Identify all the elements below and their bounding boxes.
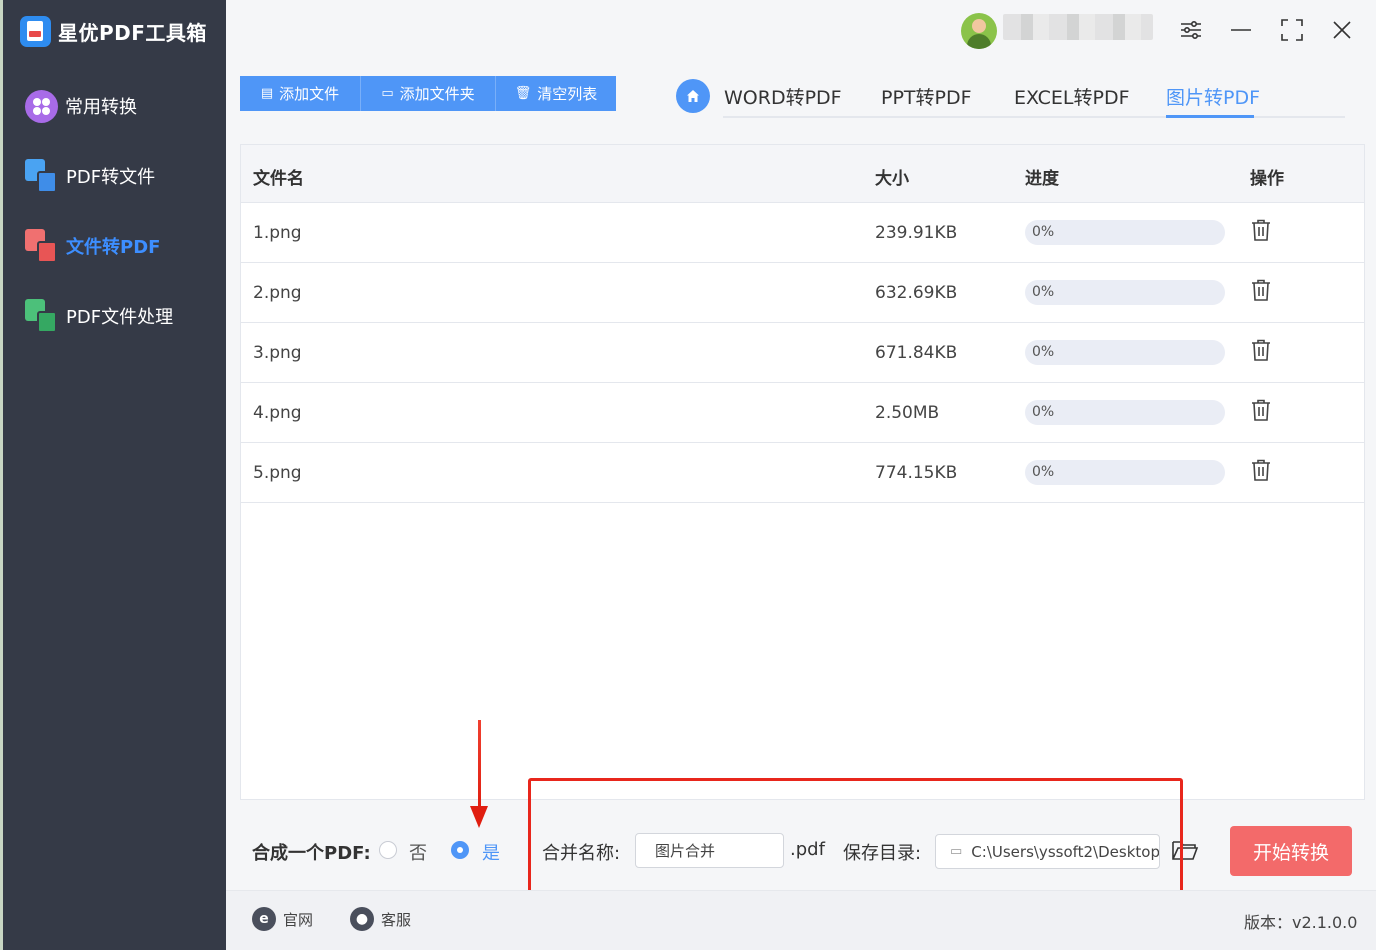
delete-trash-icon[interactable] bbox=[1251, 339, 1273, 365]
tab-image-to-pdf[interactable]: 图片转PDF bbox=[1166, 83, 1260, 110]
start-convert-button[interactable]: 开始转换 bbox=[1230, 826, 1352, 876]
table-header: 文件名 大小 进度 操作 bbox=[241, 145, 1364, 203]
add-file-button[interactable]: ▤ 添加文件 bbox=[240, 76, 361, 111]
delete-trash-icon[interactable] bbox=[1251, 279, 1273, 305]
active-tab-indicator bbox=[1166, 115, 1254, 118]
brand: 星优PDF工具箱 bbox=[20, 13, 207, 49]
merge-no-label[interactable]: 否 bbox=[409, 839, 427, 865]
website-link[interactable]: e 官网 bbox=[252, 907, 313, 931]
progress-text: 0% bbox=[1032, 284, 1055, 300]
progress-text: 0% bbox=[1032, 344, 1055, 360]
version-label: 版本：v2.1.0.0 bbox=[1244, 913, 1358, 932]
header-progress: 进度 bbox=[1025, 169, 1059, 189]
table-row: 5.png 774.15KB 0% bbox=[241, 443, 1364, 503]
user-avatar[interactable] bbox=[961, 13, 997, 49]
header-action: 操作 bbox=[1250, 169, 1284, 189]
file-to-pdf-icon bbox=[25, 229, 59, 263]
merge-yes-label[interactable]: 是 bbox=[482, 839, 500, 865]
close-icon[interactable] bbox=[1327, 15, 1357, 45]
merge-yes-radio[interactable] bbox=[451, 841, 469, 859]
progress-bar: 0% bbox=[1025, 280, 1225, 305]
delete-trash-icon[interactable] bbox=[1251, 219, 1273, 245]
table-row: 2.png 632.69KB 0% bbox=[241, 263, 1364, 323]
file-name: 2.png bbox=[253, 283, 302, 303]
pdf-processing-icon bbox=[25, 299, 59, 333]
sidebar-item-label: PDF转文件 bbox=[66, 167, 156, 188]
clear-list-button[interactable]: 🗑 清空列表 bbox=[496, 76, 616, 111]
sidebar-item-file-to-pdf[interactable]: 文件转PDF bbox=[25, 228, 160, 264]
add-file-label: 添加文件 bbox=[279, 85, 340, 103]
sidebar-item-label: 常用转换 bbox=[65, 97, 137, 118]
progress-bar: 0% bbox=[1025, 220, 1225, 245]
tab-word-to-pdf[interactable]: WORD转PDF bbox=[724, 83, 842, 110]
clear-list-label: 清空列表 bbox=[537, 85, 598, 103]
file-size: 774.15KB bbox=[875, 463, 958, 483]
file-icon: ▤ bbox=[260, 86, 274, 101]
file-toolbar: ▤ 添加文件 ▭ 添加文件夹 🗑 清空列表 bbox=[240, 76, 616, 111]
file-name: 4.png bbox=[253, 403, 302, 423]
file-size: 2.50MB bbox=[875, 403, 940, 423]
website-label: 官网 bbox=[283, 910, 314, 929]
sidebar-item-pdf-processing[interactable]: PDF文件处理 bbox=[25, 298, 173, 334]
file-name: 3.png bbox=[253, 343, 302, 363]
file-table: 文件名 大小 进度 操作 1.png 239.91KB 0% 2.png 632.69K… bbox=[240, 144, 1365, 800]
table-row: 4.png 2.50MB 0% bbox=[241, 383, 1364, 443]
trash-icon: 🗑 bbox=[514, 86, 532, 101]
progress-text: 0% bbox=[1032, 464, 1055, 480]
tab-ppt-to-pdf[interactable]: PPT转PDF bbox=[881, 83, 972, 110]
chat-bubble-icon: ● bbox=[350, 907, 374, 931]
progress-text: 0% bbox=[1032, 224, 1055, 240]
add-folder-button[interactable]: ▭ 添加文件夹 bbox=[361, 76, 496, 111]
maximize-icon[interactable] bbox=[1277, 15, 1307, 45]
table-row: 3.png 671.84KB 0% bbox=[241, 323, 1364, 383]
progress-bar: 0% bbox=[1025, 460, 1225, 485]
sidebar-item-label: PDF文件处理 bbox=[66, 307, 174, 328]
support-label: 客服 bbox=[381, 910, 412, 929]
home-icon bbox=[687, 90, 699, 102]
merge-pdf-label: 合成一个PDF: bbox=[252, 843, 371, 864]
arrow-annotation-shaft bbox=[478, 720, 481, 810]
progress-text: 0% bbox=[1032, 404, 1055, 420]
delete-trash-icon[interactable] bbox=[1251, 399, 1273, 425]
clover-icon bbox=[25, 89, 58, 123]
app-title: 星优PDF工具箱 bbox=[58, 20, 207, 45]
delete-trash-icon[interactable] bbox=[1251, 459, 1273, 485]
home-button[interactable] bbox=[676, 79, 710, 113]
highlight-box-annotation bbox=[528, 778, 1183, 896]
table-row: 1.png 239.91KB 0% bbox=[241, 203, 1364, 263]
sidebar-item-common-convert[interactable]: 常用转换 bbox=[25, 88, 137, 124]
table-body: 1.png 239.91KB 0% 2.png 632.69KB 0% 3.png 671.8… bbox=[241, 203, 1364, 503]
minimize-icon[interactable] bbox=[1226, 15, 1256, 45]
tab-excel-to-pdf[interactable]: EXCEL转PDF bbox=[1014, 83, 1130, 110]
arrow-down-icon bbox=[470, 806, 488, 828]
settings-sliders-icon[interactable] bbox=[1176, 15, 1206, 45]
sidebar-item-label: 文件转PDF bbox=[66, 237, 161, 258]
header-filename: 文件名 bbox=[253, 169, 304, 189]
file-size: 671.84KB bbox=[875, 343, 958, 363]
merge-no-radio[interactable] bbox=[379, 841, 397, 859]
browser-icon: e bbox=[252, 907, 276, 931]
header-size: 大小 bbox=[875, 169, 909, 189]
folder-icon: ▭ bbox=[381, 86, 394, 101]
pdf-to-file-icon bbox=[25, 159, 59, 193]
add-folder-label: 添加文件夹 bbox=[399, 85, 475, 103]
sidebar-item-pdf-to-file[interactable]: PDF转文件 bbox=[25, 158, 155, 194]
username-blurred bbox=[1003, 14, 1153, 40]
app-window: 星优PDF工具箱 常用转换 PDF转文件 文件转PDF PDF文件处理 ▤ 添加… bbox=[3, 0, 1376, 950]
file-name: 5.png bbox=[253, 463, 302, 483]
file-name: 1.png bbox=[253, 223, 302, 243]
file-size: 239.91KB bbox=[875, 223, 958, 243]
progress-bar: 0% bbox=[1025, 400, 1225, 425]
app-logo-icon bbox=[20, 15, 51, 47]
sidebar: 星优PDF工具箱 常用转换 PDF转文件 文件转PDF PDF文件处理 bbox=[3, 0, 226, 950]
file-size: 632.69KB bbox=[875, 283, 958, 303]
progress-bar: 0% bbox=[1025, 340, 1225, 365]
support-link[interactable]: ● 客服 bbox=[350, 907, 411, 931]
